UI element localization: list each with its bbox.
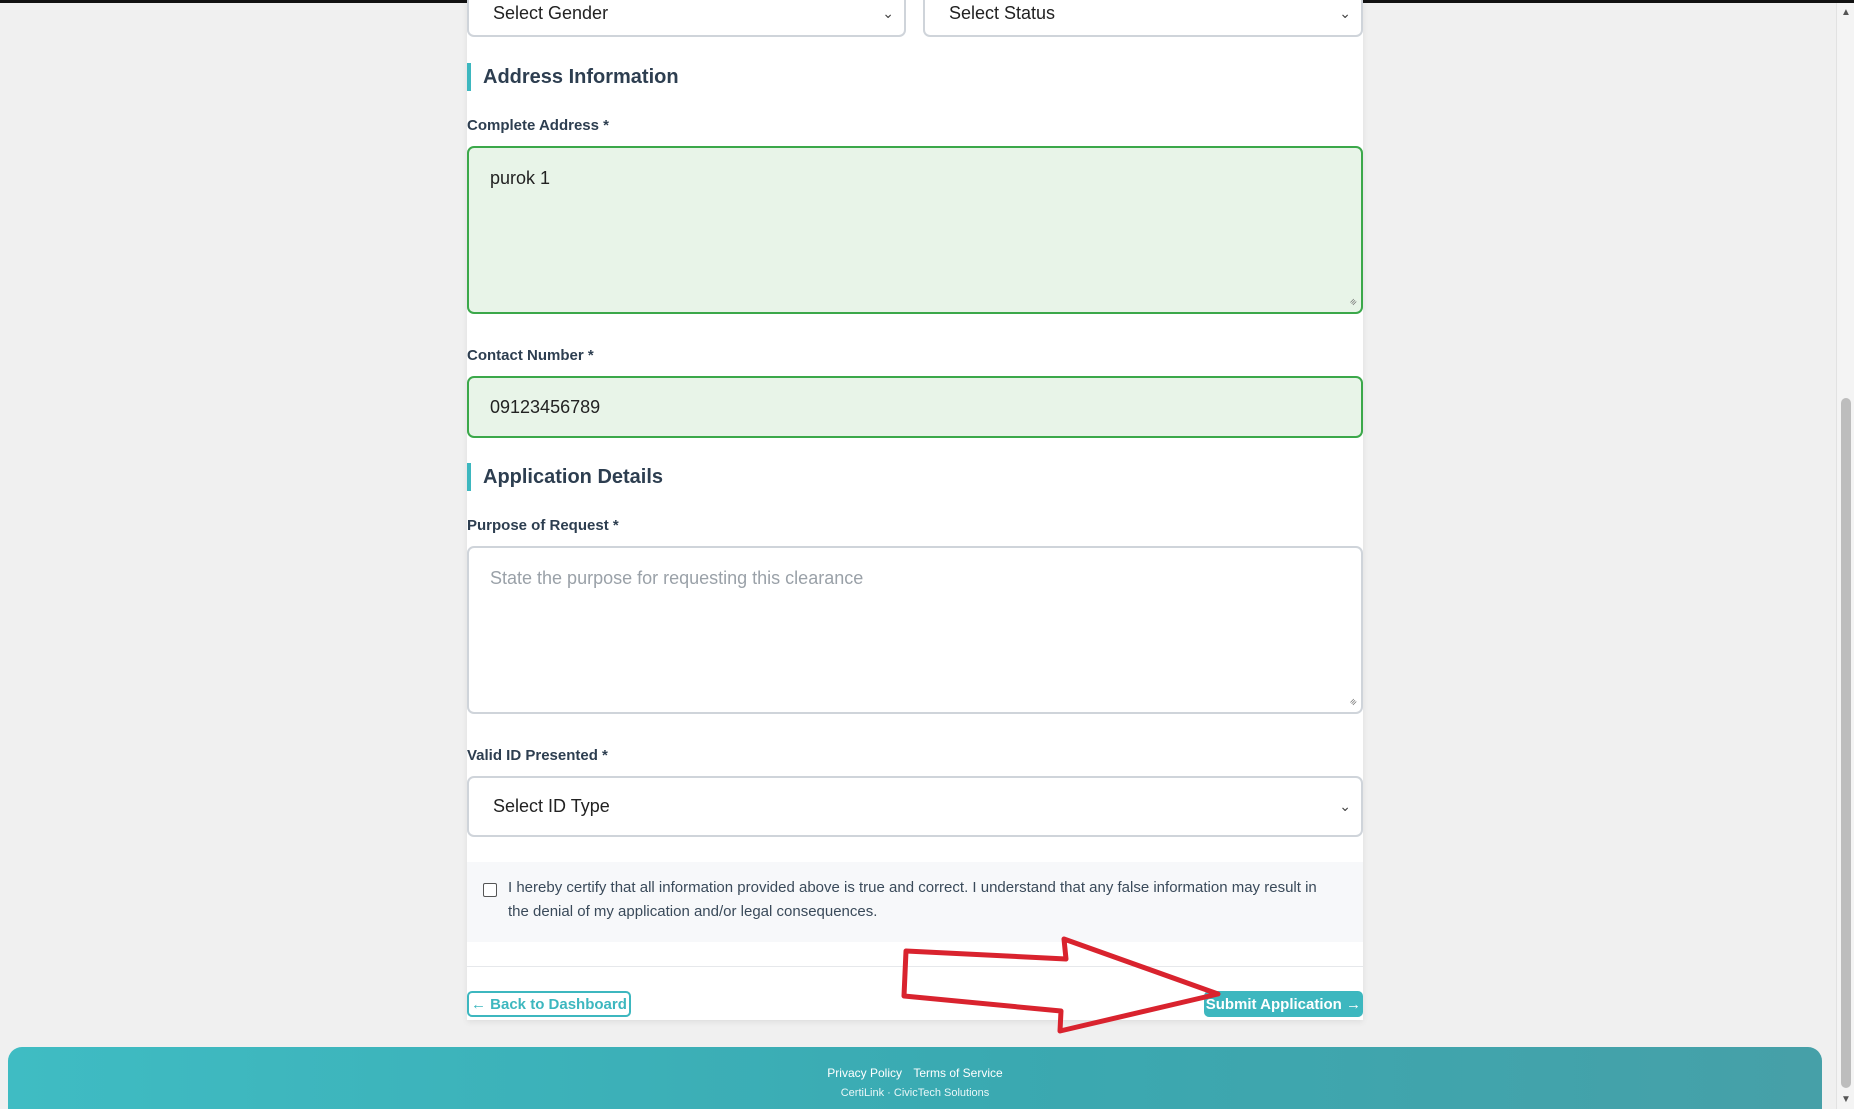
address-textarea[interactable]: purok 1 ≡ <box>467 146 1363 314</box>
chevron-down-icon: ⌄ <box>1339 5 1351 21</box>
valid-id-label: Valid ID Presented * <box>467 747 608 764</box>
address-section-title: Address Information <box>483 65 679 88</box>
address-value: purok 1 <box>490 168 551 188</box>
application-section-title: Application Details <box>483 465 664 488</box>
purpose-placeholder: State the purpose for requesting this cl… <box>490 568 864 588</box>
divider <box>467 966 1363 967</box>
status-select-value: Select Status <box>949 3 1056 23</box>
address-section-header: Address Information <box>467 63 679 91</box>
site-footer: Privacy Policy Terms of Service CertiLin… <box>8 1047 1822 1109</box>
scrollbar-thumb[interactable] <box>1841 398 1851 1088</box>
section-accent-bar <box>467 463 471 491</box>
application-section-header: Application Details <box>467 463 663 491</box>
footer-links: Privacy Policy Terms of Service <box>8 1066 1822 1080</box>
certify-checkbox[interactable] <box>483 883 497 897</box>
contact-number-input[interactable]: 09123456789 <box>467 376 1363 438</box>
back-to-dashboard-button[interactable]: ← Back to Dashboard <box>467 991 631 1017</box>
chevron-down-icon: ⌄ <box>1339 798 1351 814</box>
address-label: Complete Address * <box>467 117 609 134</box>
scroll-down-icon[interactable]: ▼ <box>1837 1094 1854 1105</box>
contact-value: 09123456789 <box>490 396 601 417</box>
privacy-policy-link[interactable]: Privacy Policy <box>827 1066 902 1080</box>
application-form-card: Select Gender ⌄ Select Status ⌄ Address … <box>467 0 1363 1020</box>
chevron-down-icon: ⌄ <box>882 5 894 21</box>
resize-handle-icon[interactable]: ≡ <box>1348 697 1360 709</box>
gender-select[interactable]: Select Gender ⌄ <box>467 0 906 37</box>
page-scrollbar[interactable]: ▲ ▼ <box>1836 3 1854 1109</box>
id-type-select[interactable]: Select ID Type ⌄ <box>467 776 1363 837</box>
scroll-up-icon[interactable]: ▲ <box>1837 7 1854 18</box>
id-type-value: Select ID Type <box>493 796 610 816</box>
submit-application-button[interactable]: Submit Application → <box>1203 991 1363 1017</box>
certification-box: I hereby certify that all information pr… <box>467 862 1363 942</box>
terms-of-service-link[interactable]: Terms of Service <box>913 1066 1002 1080</box>
contact-label: Contact Number * <box>467 347 594 364</box>
footer-copyright: CertiLink · CivicTech Solutions <box>840 1087 990 1099</box>
resize-handle-icon[interactable]: ≡ <box>1348 297 1360 309</box>
purpose-textarea[interactable]: State the purpose for requesting this cl… <box>467 546 1363 714</box>
certify-text: I hereby certify that all information pr… <box>508 879 1317 920</box>
gender-select-value: Select Gender <box>493 3 609 23</box>
section-accent-bar <box>467 63 471 91</box>
purpose-label: Purpose of Request * <box>467 517 619 534</box>
status-select[interactable]: Select Status ⌄ <box>923 0 1363 37</box>
